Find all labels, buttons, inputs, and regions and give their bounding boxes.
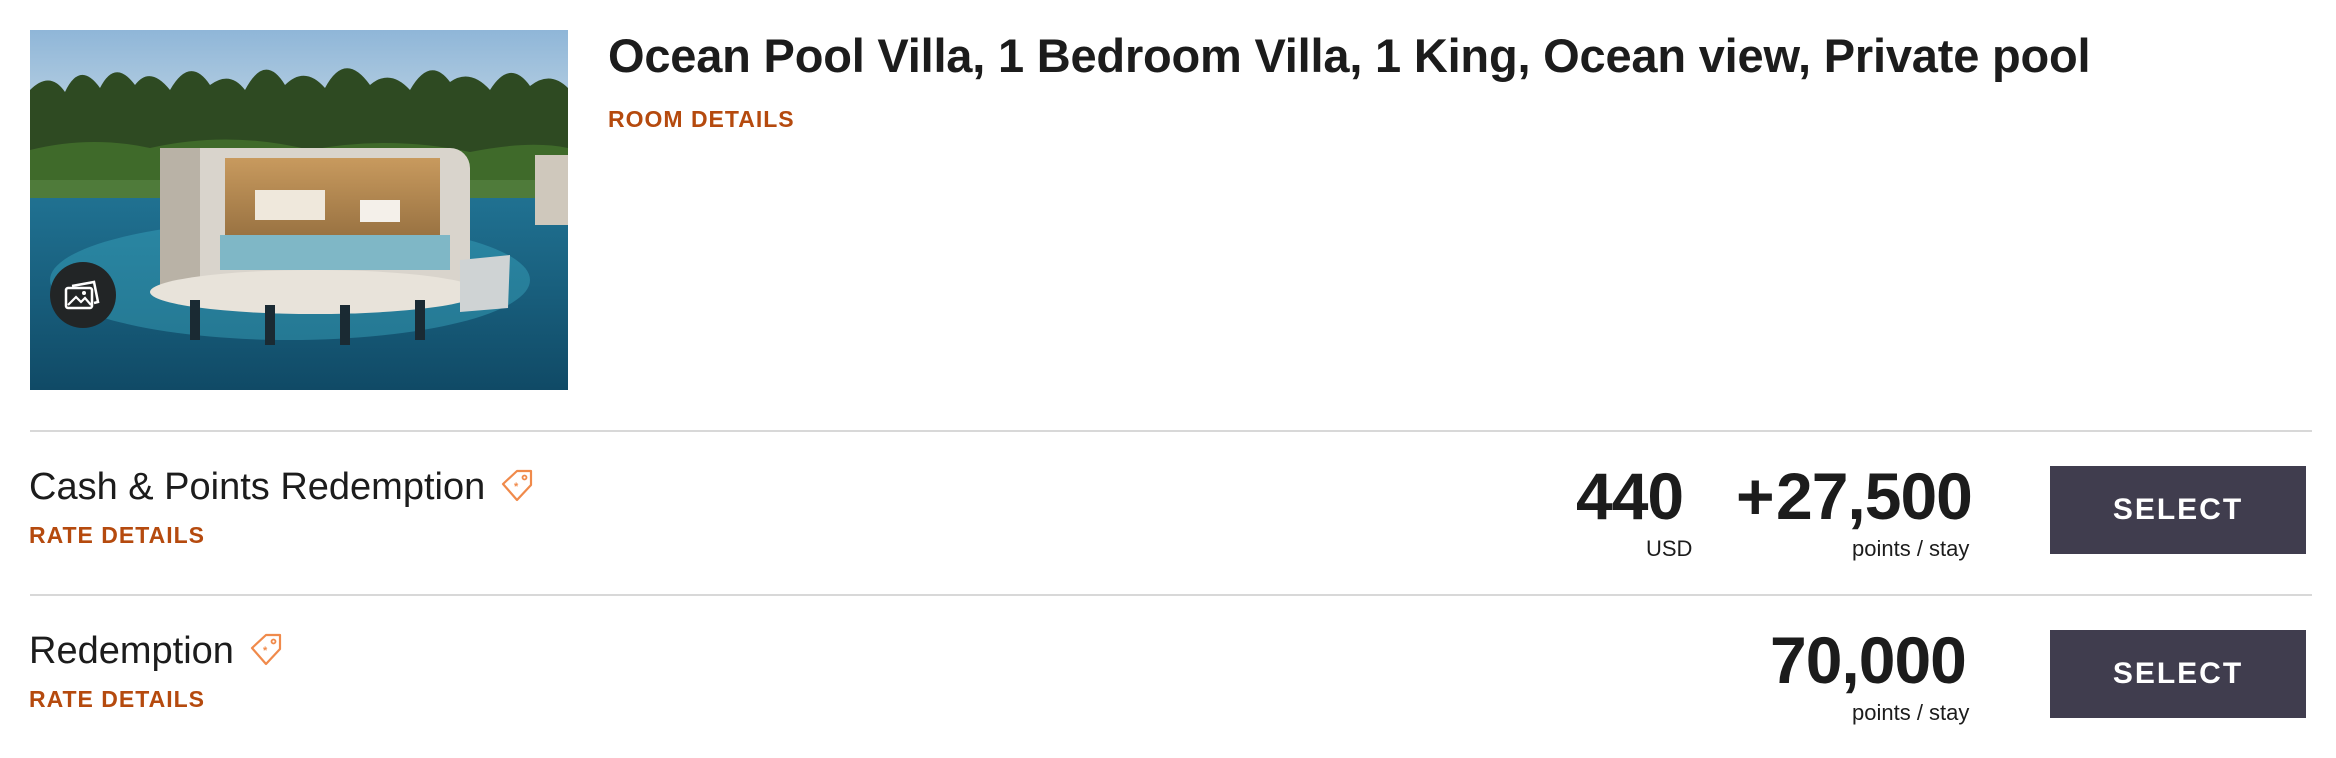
rate-details-link[interactable]: RATE DETAILS xyxy=(29,686,205,713)
price-tag-icon[interactable]: * xyxy=(499,468,535,514)
rate-name-label: Redemption xyxy=(29,629,234,672)
points-amount: 27,500 xyxy=(1776,459,1973,533)
rate-row-redemption: Redemption * RATE DETAILS 70,000 points … xyxy=(0,596,2336,758)
price-redemption: 70,000 points / stay xyxy=(1770,624,1990,734)
points-unit: points / stay xyxy=(1852,700,1970,725)
room-header: Ocean Pool Villa, 1 Bedroom Villa, 1 Kin… xyxy=(0,0,2336,432)
rate-details-link[interactable]: RATE DETAILS xyxy=(29,522,205,549)
svg-text:*: * xyxy=(514,481,519,493)
cash-unit: USD xyxy=(1646,536,1693,561)
room-photo-image xyxy=(30,30,568,390)
rate-row-cash-points: Cash & Points Redemption * RATE DETAILS … xyxy=(0,432,2336,594)
rate-name: Cash & Points Redemption * xyxy=(29,460,535,514)
points-unit: points / stay xyxy=(1852,536,1970,561)
room-details-link[interactable]: ROOM DETAILS xyxy=(608,106,795,133)
photo-gallery-icon xyxy=(64,280,100,310)
price-cash-points: 440 USD + 27,500 points / stay xyxy=(1570,460,1990,570)
rate-name: Redemption * xyxy=(29,624,284,678)
room-title: Ocean Pool Villa, 1 Bedroom Villa, 1 Kin… xyxy=(608,29,2091,82)
price-tag-icon[interactable]: * xyxy=(248,632,284,678)
select-button[interactable]: SELECT xyxy=(2050,466,2306,554)
select-button[interactable]: SELECT xyxy=(2050,630,2306,718)
cash-amount: 440 xyxy=(1576,459,1684,533)
photo-gallery-button[interactable] xyxy=(50,262,116,328)
points-amount: 70,000 xyxy=(1770,623,1967,697)
room-photo[interactable] xyxy=(30,30,568,390)
svg-text:*: * xyxy=(263,645,268,657)
rate-name-label: Cash & Points Redemption xyxy=(29,465,486,508)
plus-sign: + xyxy=(1736,459,1775,533)
